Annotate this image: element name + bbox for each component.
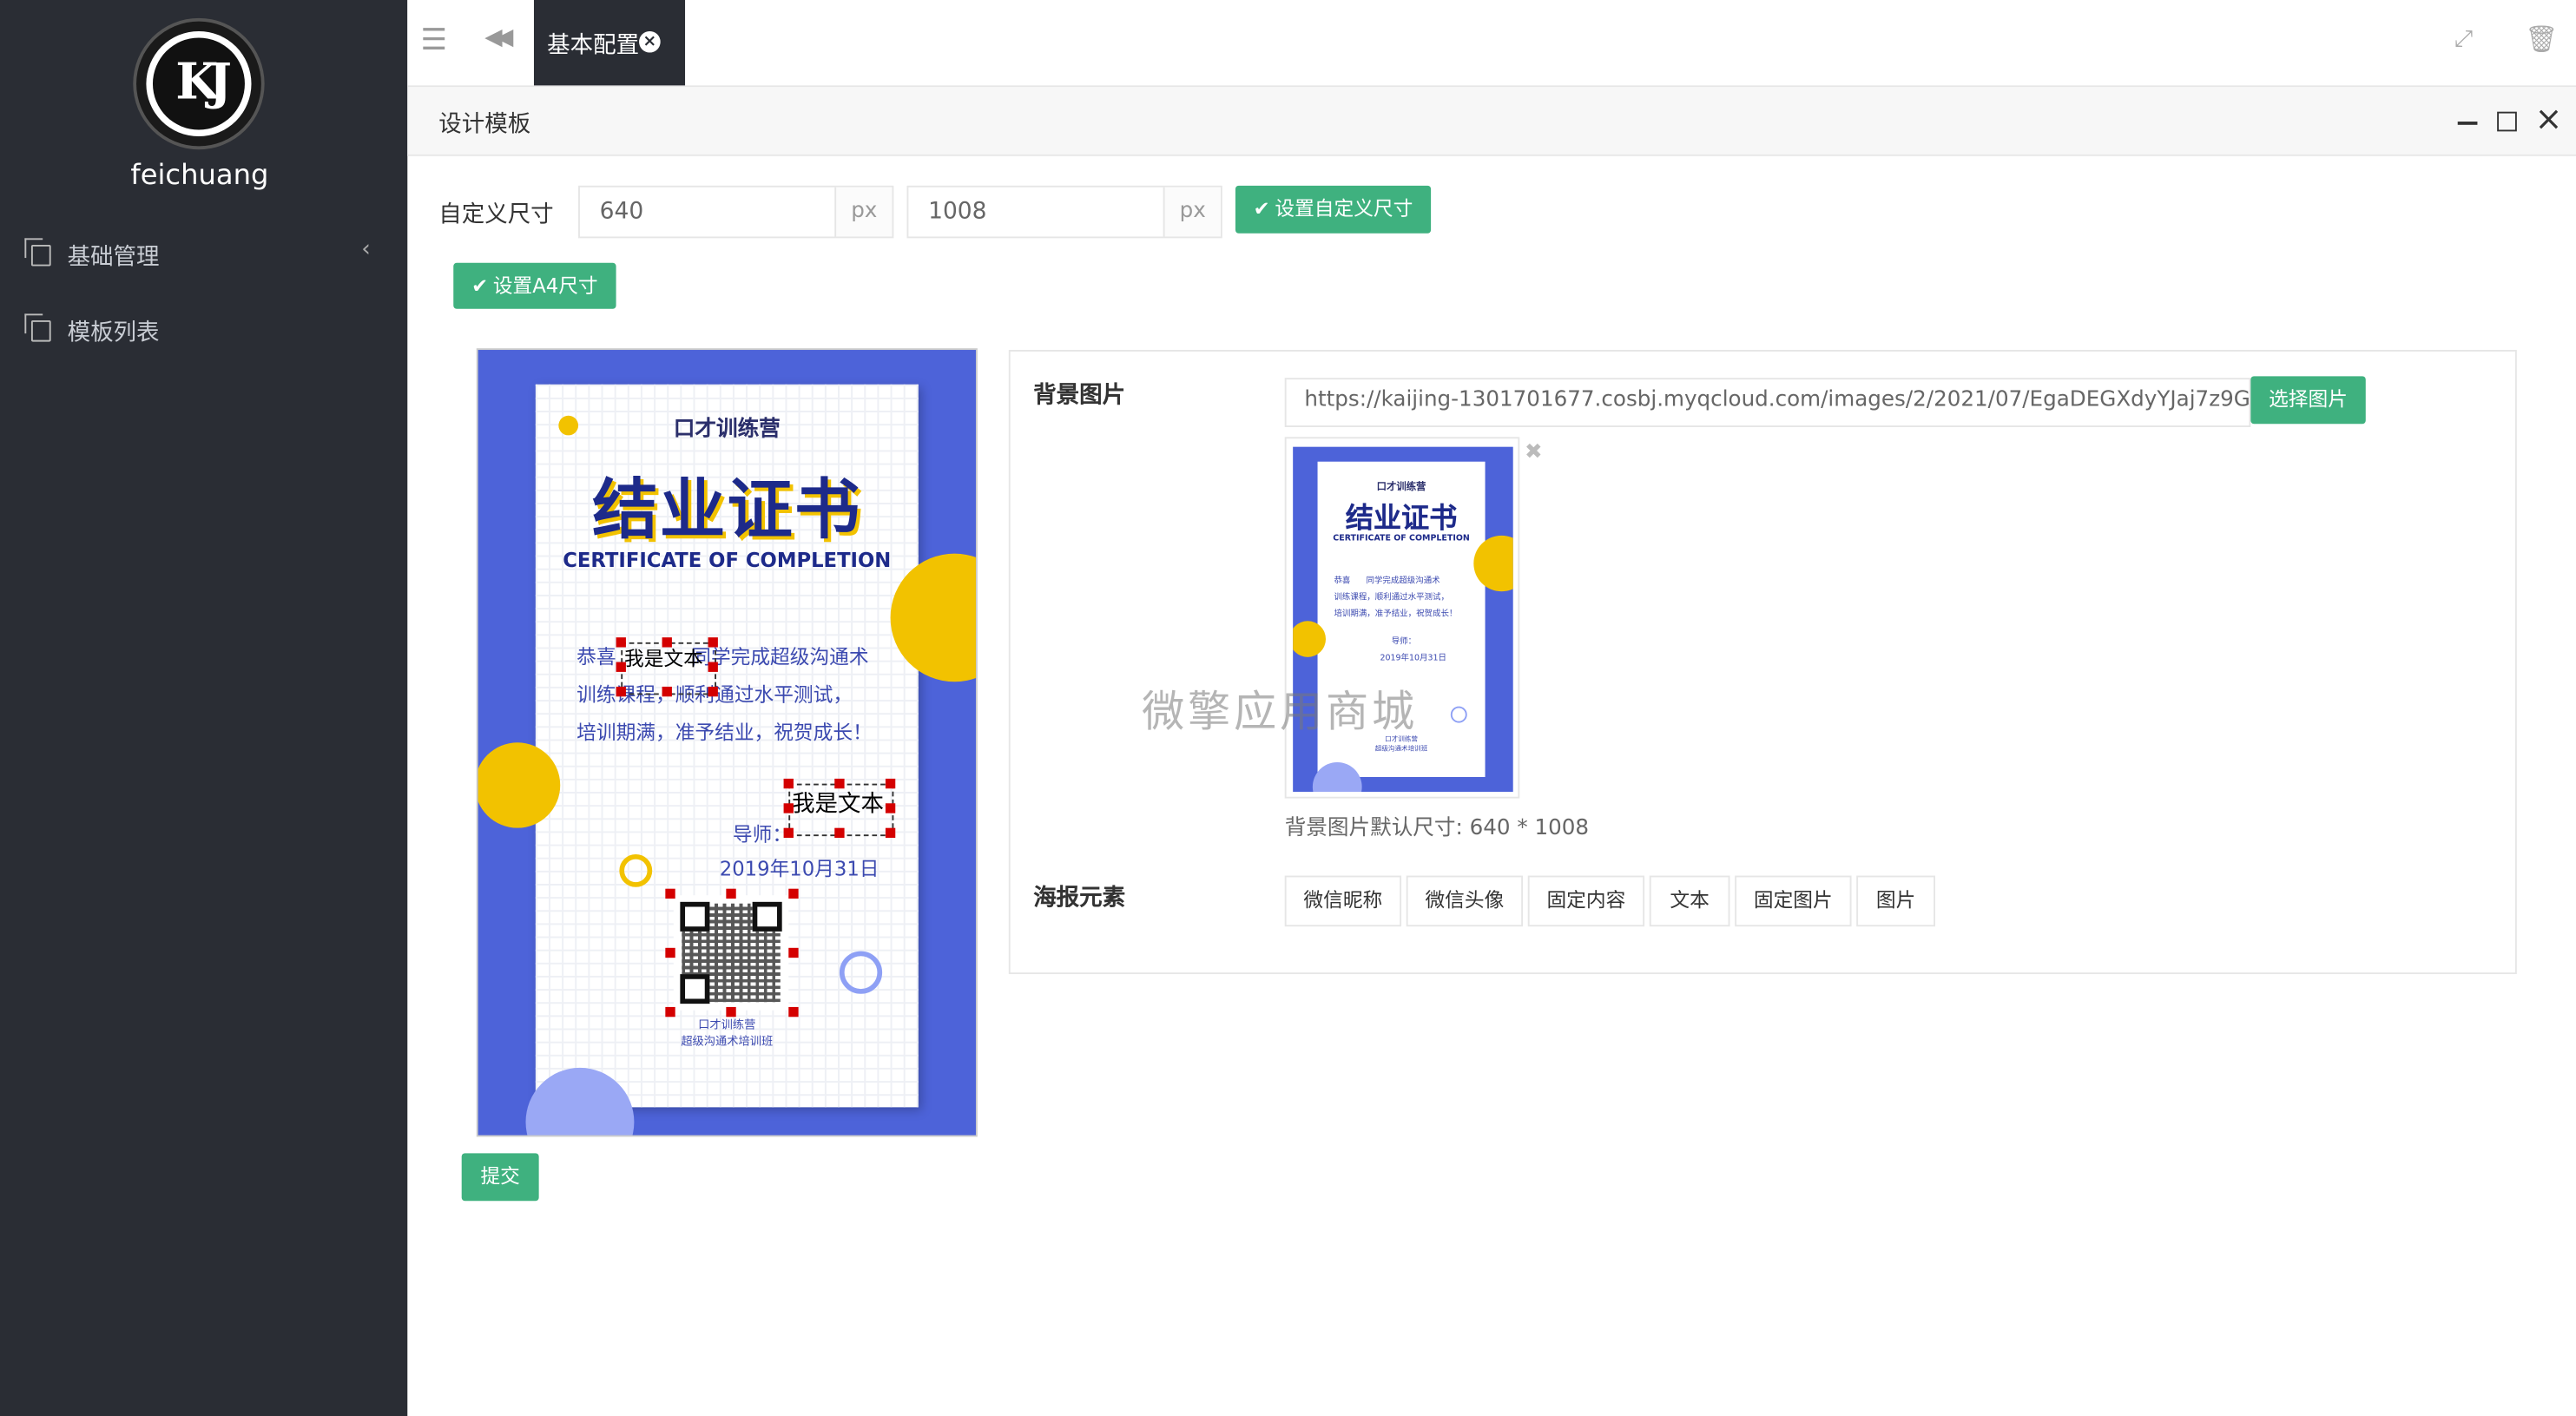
resize-handle[interactable]	[885, 803, 896, 813]
maximize-icon[interactable]	[2497, 111, 2517, 132]
chevron-left-icon: ‹	[361, 236, 371, 263]
deco-ring	[839, 951, 883, 994]
resize-handle[interactable]	[783, 778, 794, 789]
brand-name: feichuang	[130, 159, 269, 193]
text-element-1-label: 我是文本	[624, 647, 703, 671]
element-button-image[interactable]: 图片	[1856, 875, 1936, 927]
resize-handle[interactable]	[665, 947, 675, 958]
background-thumbnail: 口才训练营 结业证书 CERTIFICATE OF COMPLETION 恭喜 …	[1284, 437, 1520, 799]
set-custom-size-button[interactable]: ✔ 设置自定义尺寸	[1235, 185, 1432, 234]
cert-title: 结业证书	[592, 472, 862, 549]
resize-handle[interactable]	[783, 803, 794, 813]
panel-title: 设计模板	[438, 111, 531, 138]
logo: KJ	[136, 21, 261, 147]
logo-text: KJ	[175, 54, 232, 112]
element-button-wechat-avatar[interactable]: 微信头像	[1406, 875, 1524, 927]
resize-handle[interactable]	[662, 637, 672, 648]
width-input[interactable]: 640 px	[578, 185, 894, 239]
check-icon: ✔	[471, 273, 489, 298]
resize-handle[interactable]	[665, 888, 675, 899]
copy-icon	[24, 238, 51, 267]
sidebar-item-label: 基础管理	[67, 244, 160, 272]
close-icon[interactable]: ✖	[1525, 440, 1543, 464]
width-unit: px	[834, 187, 893, 237]
resize-handle[interactable]	[834, 778, 845, 789]
width-value: 640	[599, 198, 644, 226]
set-a4-size-button[interactable]: ✔ 设置A4尺寸	[453, 262, 616, 309]
deco-ring	[619, 853, 653, 887]
resize-handle[interactable]	[708, 686, 718, 697]
sidebar-item-basic-management[interactable]: 基础管理 ‹	[0, 232, 407, 281]
panel-header: 设计模板 ×	[407, 87, 2576, 156]
check-icon: ✔	[1253, 197, 1270, 221]
resize-handle[interactable]	[665, 1006, 675, 1018]
resize-handle[interactable]	[788, 947, 799, 958]
resize-handle[interactable]	[783, 827, 794, 839]
close-tab-icon[interactable]: ×	[639, 30, 661, 53]
top-bar: ☰ ◀◀ 基本配置 × ⤢ 🗑	[407, 0, 2576, 88]
close-icon[interactable]: ×	[2535, 99, 2563, 138]
resize-handle[interactable]	[885, 778, 896, 789]
tab-basic-config[interactable]: 基本配置 ×	[533, 0, 686, 86]
resize-handle[interactable]	[788, 1006, 799, 1018]
poster-elements-label: 海报元素	[1033, 885, 1126, 912]
sidebar-item-label: 模板列表	[67, 319, 160, 347]
height-unit: px	[1163, 187, 1221, 237]
choose-image-button[interactable]: 选择图片	[2250, 376, 2366, 425]
element-button-fixed-image[interactable]: 固定图片	[1735, 875, 1852, 927]
cert-date: 2019年10月31日	[719, 857, 880, 881]
height-value: 1008	[928, 198, 987, 226]
cert-footer: 口才训练营 超级沟通术培训班	[681, 1018, 774, 1049]
background-url-value: https://kaijing-1301701677.cosbj.myqclou…	[1304, 387, 2251, 412]
resize-handle[interactable]	[616, 662, 626, 672]
resize-handle[interactable]	[885, 827, 896, 839]
height-input[interactable]: 1008 px	[906, 185, 1222, 239]
resize-handle[interactable]	[662, 686, 672, 697]
background-url-input[interactable]: https://kaijing-1301701677.cosbj.myqclou…	[1284, 378, 2251, 427]
poster-canvas[interactable]: 口才训练营 结业证书 CERTIFICATE OF COMPLETION 恭喜 …	[478, 350, 976, 1136]
text-element-2-label: 我是文本	[792, 792, 885, 819]
minimize-icon[interactable]	[2457, 122, 2478, 125]
resize-handle[interactable]	[726, 1006, 736, 1018]
resize-handle[interactable]	[834, 827, 845, 839]
watermark: 微擎应用商城	[1142, 688, 1418, 738]
trash-icon[interactable]: 🗑	[2525, 23, 2558, 54]
qr-code[interactable]	[673, 895, 789, 1011]
resize-handle[interactable]	[726, 888, 736, 899]
tab-label: 基本配置	[547, 32, 640, 60]
cert-camp: 口才训练营	[673, 417, 781, 443]
fullscreen-icon[interactable]: ⤢	[2454, 26, 2473, 52]
double-chevron-left-icon[interactable]: ◀◀	[484, 24, 513, 50]
resize-handle[interactable]	[788, 888, 799, 899]
hamburger-icon[interactable]: ☰	[420, 23, 447, 57]
resize-handle[interactable]	[616, 686, 626, 697]
element-button-wechat-nickname[interactable]: 微信昵称	[1284, 875, 1402, 927]
resize-handle[interactable]	[708, 662, 718, 672]
sidebar-item-template-list[interactable]: 模板列表	[0, 307, 407, 357]
cert-title-en: CERTIFICATE OF COMPLETION	[563, 548, 892, 572]
element-button-fixed-content[interactable]: 固定内容	[1527, 875, 1645, 927]
element-button-text[interactable]: 文本	[1649, 875, 1730, 927]
background-image-label: 背景图片	[1033, 382, 1126, 410]
custom-size-label: 自定义尺寸	[438, 201, 554, 229]
sidebar: KJ feichuang 基础管理 ‹ 模板列表	[0, 0, 408, 1416]
background-size-hint: 背景图片默认尺寸: 640 * 1008	[1284, 816, 1590, 841]
submit-button[interactable]: 提交	[461, 1153, 539, 1202]
deco-circle	[478, 742, 561, 828]
resize-handle[interactable]	[708, 637, 718, 648]
copy-icon	[24, 313, 51, 342]
resize-handle[interactable]	[616, 637, 626, 648]
